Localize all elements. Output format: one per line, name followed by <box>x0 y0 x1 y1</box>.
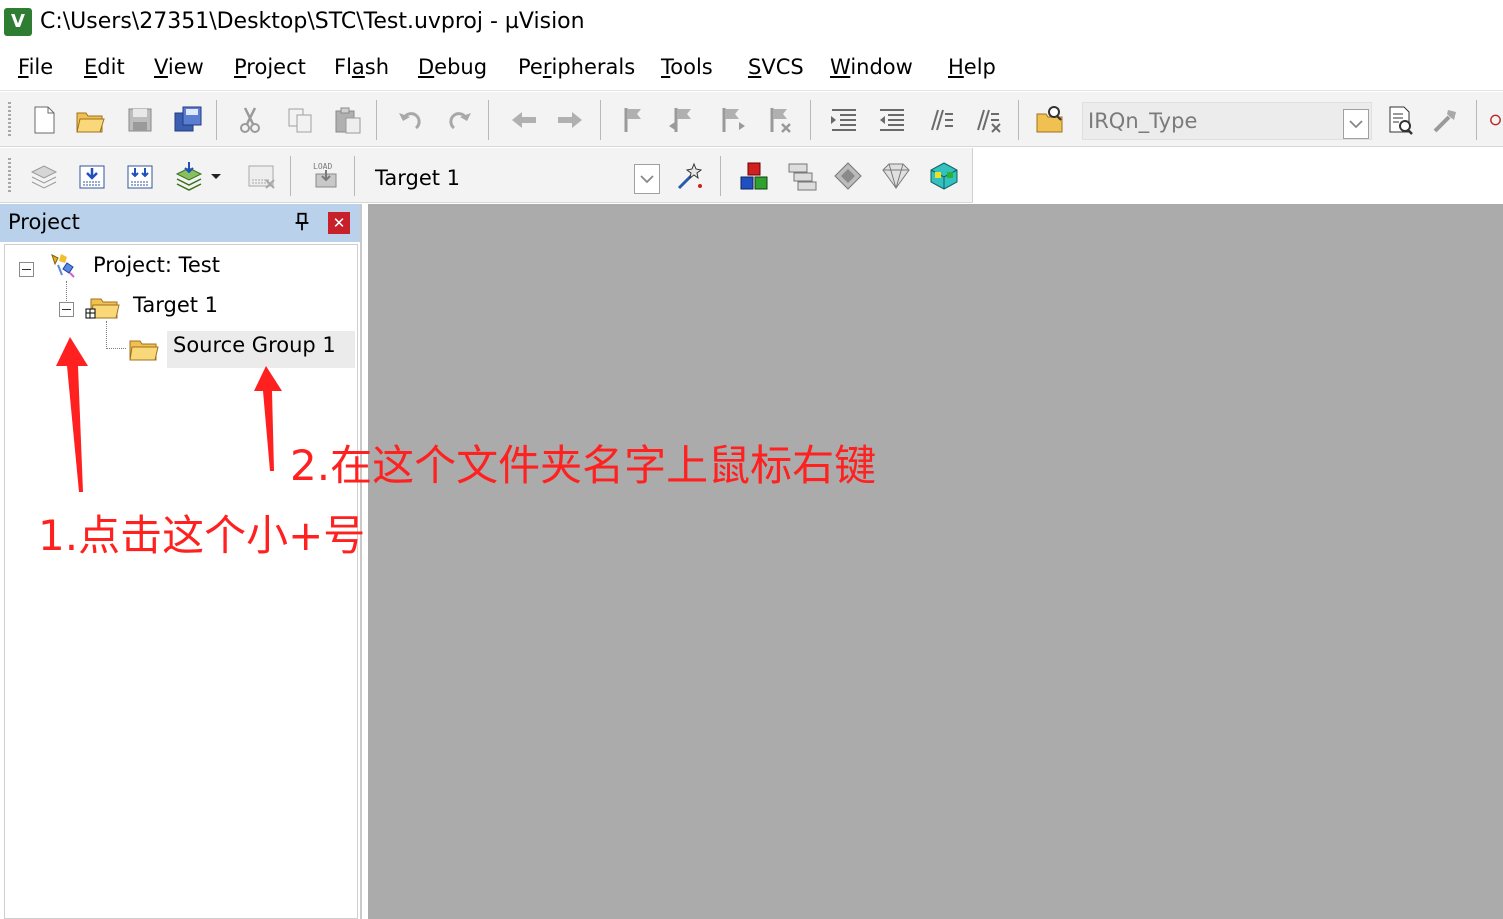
toolbar-separator <box>1476 100 1477 140</box>
menu-view[interactable]: View <box>154 55 204 79</box>
undo-icon[interactable] <box>392 102 428 138</box>
paste-icon[interactable] <box>330 102 366 138</box>
uncomment-icon[interactable] <box>970 102 1006 138</box>
project-panel-header: Project ✕ <box>0 204 360 242</box>
menu-file[interactable]: File <box>18 55 53 79</box>
collapse-target-icon[interactable] <box>59 302 74 317</box>
toolbar-separator <box>600 100 601 140</box>
menu-tools[interactable]: Tools <box>661 55 713 79</box>
software-packs-icon[interactable] <box>926 158 962 194</box>
caret-down-icon[interactable] <box>206 158 226 194</box>
toolbar-separator <box>1018 100 1019 140</box>
find-combo[interactable]: IRQn_Type <box>1082 102 1372 140</box>
toolbar-separator <box>216 100 217 140</box>
manage-project-items-icon[interactable] <box>736 158 772 194</box>
more-tools-icon[interactable] <box>1488 102 1503 138</box>
find-in-files-icon[interactable] <box>1032 102 1068 138</box>
title-bar: V C:\Users\27351\Desktop\STC\Test.uvproj… <box>0 0 1503 46</box>
target-folder-icon <box>85 291 121 321</box>
toolbar-separator <box>290 156 291 196</box>
stop-build-icon[interactable] <box>244 158 280 194</box>
toolbar-separator <box>354 156 355 196</box>
build-toolbar: LOAD Target 1 <box>0 148 973 203</box>
editor-workspace[interactable] <box>368 204 1503 919</box>
bookmark-icon[interactable] <box>616 102 652 138</box>
close-icon[interactable]: ✕ <box>328 212 350 234</box>
navigate-forward-icon[interactable] <box>552 102 588 138</box>
svg-text:LOAD: LOAD <box>313 162 332 171</box>
tree-connector <box>106 348 126 349</box>
collapse-project-icon[interactable] <box>19 262 34 277</box>
clear-bookmarks-icon[interactable] <box>762 102 798 138</box>
uvision-app-icon[interactable]: V <box>4 8 32 36</box>
pin-icon[interactable] <box>290 211 314 235</box>
toolbar-grip[interactable] <box>8 102 11 138</box>
menu-help[interactable]: Help <box>948 55 996 79</box>
comment-icon[interactable] <box>922 102 958 138</box>
copy-icon[interactable] <box>282 102 318 138</box>
redo-icon[interactable] <box>442 102 478 138</box>
menu-window[interactable]: Window <box>830 55 913 79</box>
menu-debug[interactable]: Debug <box>418 55 487 79</box>
file-toolbar: IRQn_Type <box>0 92 1503 147</box>
menu-bar: File Edit View Project Flash Debug Perip… <box>0 46 1503 91</box>
project-root-label[interactable]: Project: Test <box>93 253 220 277</box>
target-options-icon[interactable] <box>672 158 708 194</box>
project-tree: Project: Test Target 1 Source Group 1 <box>4 244 358 919</box>
pack-installer-icon[interactable] <box>878 158 914 194</box>
chevron-down-icon[interactable] <box>1343 109 1369 139</box>
toolbar-grip[interactable] <box>8 158 11 194</box>
unindent-icon[interactable] <box>874 102 910 138</box>
translate-icon[interactable] <box>26 158 62 194</box>
configuration-wizard-icon[interactable] <box>1428 102 1464 138</box>
menu-edit[interactable]: Edit <box>84 55 125 79</box>
save-icon[interactable] <box>122 102 158 138</box>
download-load-icon[interactable]: LOAD <box>308 158 344 194</box>
target-combo-value: Target 1 <box>375 166 461 190</box>
target-label[interactable]: Target 1 <box>133 293 218 317</box>
toolbar-separator <box>488 100 489 140</box>
annotation-step-1: 1.点击这个小+号 <box>38 511 366 560</box>
menu-peripherals[interactable]: Peripherals <box>518 55 635 79</box>
save-all-icon[interactable] <box>170 102 206 138</box>
project-icon <box>47 251 81 281</box>
chevron-down-icon[interactable] <box>634 164 660 194</box>
rebuild-icon[interactable] <box>122 158 158 194</box>
new-file-icon[interactable] <box>26 102 62 138</box>
find-combo-value: IRQn_Type <box>1088 109 1198 133</box>
cut-icon[interactable] <box>232 102 268 138</box>
navigate-back-icon[interactable] <box>506 102 542 138</box>
open-file-icon[interactable] <box>72 102 108 138</box>
toolbar-separator <box>720 156 721 196</box>
toolbar-separator <box>810 100 811 140</box>
select-packs-icon[interactable] <box>784 158 820 194</box>
build-icon[interactable] <box>74 158 110 194</box>
source-group-label[interactable]: Source Group 1 <box>173 333 336 357</box>
next-bookmark-icon[interactable] <box>714 102 750 138</box>
source-group-folder-icon <box>127 333 161 363</box>
previous-bookmark-icon[interactable] <box>664 102 700 138</box>
incremental-find-icon[interactable] <box>1382 102 1418 138</box>
project-panel-title: Project <box>8 210 80 234</box>
annotation-step-2: 2.在这个文件夹名字上鼠标右键 <box>290 441 877 490</box>
toolbar-separator <box>376 100 377 140</box>
window-title: C:\Users\27351\Desktop\STC\Test.uvproj -… <box>40 9 585 34</box>
tree-connector <box>66 281 67 301</box>
indent-icon[interactable] <box>826 102 862 138</box>
menu-flash[interactable]: Flash <box>334 55 389 79</box>
menu-svcs[interactable]: SVCS <box>748 55 804 79</box>
manage-rte-icon[interactable] <box>830 158 866 194</box>
batch-build-icon[interactable] <box>172 158 208 194</box>
tree-connector <box>106 321 107 347</box>
menu-project[interactable]: Project <box>234 55 306 79</box>
